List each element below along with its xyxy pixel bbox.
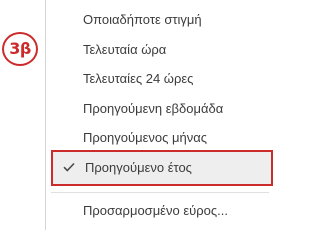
time-range-dropdown-menu: Οποιαδήποτε στιγμή Τελευταία ώρα Τελευτα… — [45, 0, 273, 230]
menu-item-label: Προηγούμενος μήνας — [83, 130, 207, 145]
menu-item-past-24-hours[interactable]: Τελευταίες 24 ώρες — [46, 64, 268, 93]
menu-item-past-month[interactable]: Προηγούμενος μήνας — [46, 123, 268, 152]
step-annotation-badge: 3β — [2, 32, 38, 66]
menu-item-label: Τελευταίες 24 ώρες — [83, 71, 194, 86]
check-icon — [63, 162, 75, 172]
menu-item-label: Προηγούμενο έτος — [85, 160, 192, 175]
menu-item-custom-range[interactable]: Προσαρμοσμένο εύρος... — [46, 196, 268, 225]
menu-divider — [51, 192, 269, 193]
menu-item-past-hour[interactable]: Τελευταία ώρα — [46, 35, 268, 64]
menu-item-any-time[interactable]: Οποιαδήποτε στιγμή — [46, 5, 268, 34]
menu-item-label: Προηγούμενη εβδομάδα — [83, 101, 224, 116]
menu-item-label: Οποιαδήποτε στιγμή — [83, 12, 202, 27]
menu-item-label: Τελευταία ώρα — [83, 42, 167, 57]
menu-item-label: Προσαρμοσμένο εύρος... — [83, 203, 228, 218]
menu-item-past-week[interactable]: Προηγούμενη εβδομάδα — [46, 94, 268, 123]
menu-item-past-year[interactable]: Προηγούμενο έτος — [51, 150, 273, 186]
